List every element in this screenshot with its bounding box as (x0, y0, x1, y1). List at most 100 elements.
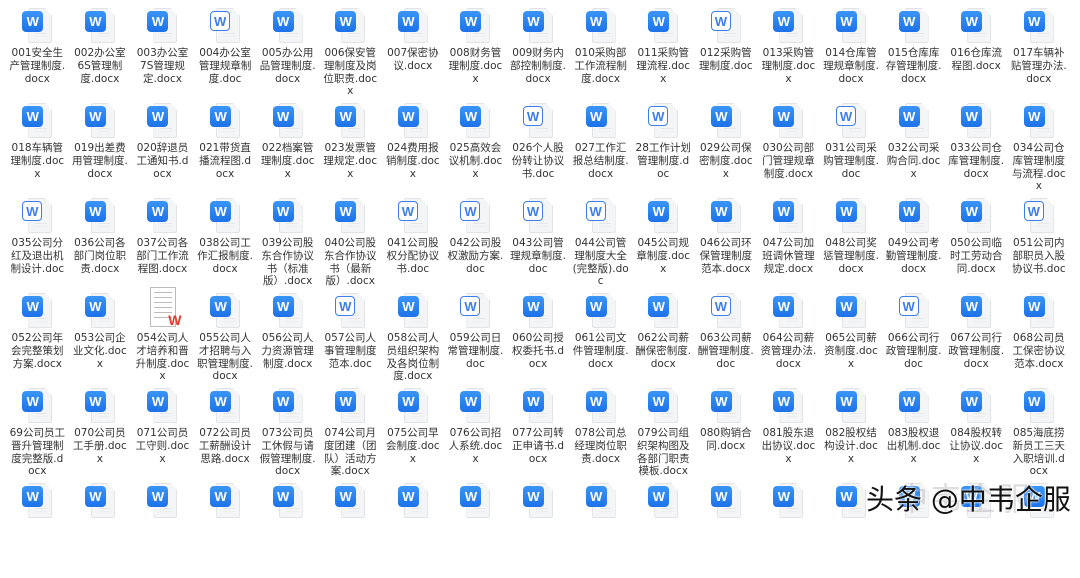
file-item[interactable]: W 006保安管理制度及岗位职责.docx (319, 8, 382, 103)
file-item[interactable]: W 046公司环保管理制度范本.docx (695, 198, 758, 293)
file-item[interactable]: W 017车辆补贴管理办法.docx (1008, 8, 1071, 103)
file-item[interactable]: W 059公司日常管理制度.doc (444, 293, 507, 388)
file-item[interactable]: W 029公司保密制度.docx (695, 103, 758, 198)
file-item[interactable]: W 040公司股东合作协议书（最新版）.docx (319, 198, 382, 293)
file-item[interactable]: W 049公司考勤管理制度.docx (882, 198, 945, 293)
file-item[interactable]: W 071公司员工守则.docx (131, 388, 194, 483)
file-item[interactable]: W (757, 483, 820, 578)
file-item[interactable]: W (695, 483, 758, 578)
file-item[interactable]: W 038公司工作汇报制度.docx (194, 198, 257, 293)
file-item[interactable]: W (382, 483, 445, 578)
file-item[interactable]: W 020辞退员工通知书.docx (131, 103, 194, 198)
file-item[interactable]: W (194, 483, 257, 578)
file-item[interactable]: W 027工作汇报总结制度.docx (569, 103, 632, 198)
file-item[interactable]: W 004办公室管理规章制度.doc (194, 8, 257, 103)
file-item[interactable]: W (319, 483, 382, 578)
file-item[interactable]: W 024费用报销制度.docx (382, 103, 445, 198)
file-item[interactable]: W 062公司薪酬保密制度.docx (632, 293, 695, 388)
file-item[interactable]: W 061公司文件管理制度.docx (569, 293, 632, 388)
file-item[interactable]: W 081股东退出协议.docx (757, 388, 820, 483)
file-item[interactable]: W (256, 483, 319, 578)
file-item[interactable]: W 060公司授权委托书.docx (507, 293, 570, 388)
file-item[interactable]: W 068公司员工保密协议范本.docx (1008, 293, 1071, 388)
file-item[interactable]: W 026个人股份转让协议书.doc (507, 103, 570, 198)
file-item[interactable]: W 057公司人事管理制度范本.doc (319, 293, 382, 388)
file-item[interactable]: W 008财务管理制度.docx (444, 8, 507, 103)
file-item[interactable]: W 064公司薪资管理办法.docx (757, 293, 820, 388)
file-item[interactable]: W 047公司加班调休管理规定.docx (757, 198, 820, 293)
file-item[interactable]: W 085海底捞新员工三天入职培训.docx (1008, 388, 1071, 483)
file-item[interactable]: W 015仓库库存管理制度.docx (882, 8, 945, 103)
file-item[interactable]: W 007保密协议.docx (382, 8, 445, 103)
file-item[interactable]: W 041公司股权分配协议书.doc (382, 198, 445, 293)
file-item[interactable]: W 28工作计划管理制度.doc (632, 103, 695, 198)
file-item[interactable]: W 019出差费用管理制度.docx (69, 103, 132, 198)
file-item[interactable]: W 083股权退出机制.docx (882, 388, 945, 483)
file-item[interactable]: W 079公司组织架构图及各部门职责模板.docx (632, 388, 695, 483)
file-item[interactable]: W 082股权结构设计.docx (820, 388, 883, 483)
file-item[interactable]: W 053公司企业文化.docx (69, 293, 132, 388)
file-item[interactable]: W 044公司管理制度大全(完整版).doc (569, 198, 632, 293)
file-item[interactable]: W 052公司年会完整策划方案.docx (6, 293, 69, 388)
file-item[interactable]: W (507, 483, 570, 578)
file-item[interactable]: W (569, 483, 632, 578)
file-item[interactable]: W (131, 483, 194, 578)
file-item[interactable]: W 039公司股东合作协议书（标准版）.docx (256, 198, 319, 293)
file-item[interactable]: W 031公司采购管理制度.doc (820, 103, 883, 198)
file-item[interactable]: W (69, 483, 132, 578)
file-item[interactable]: W 010采购部工作流程制度.docx (569, 8, 632, 103)
file-item[interactable]: W 009财务内部控制制度.docx (507, 8, 570, 103)
file-item[interactable]: W 050公司临时工劳动合同.docx (945, 198, 1008, 293)
file-item[interactable]: W 074公司月度团建（团队）活动方案.docx (319, 388, 382, 483)
file-item[interactable]: W 013采购管理制度.docx (757, 8, 820, 103)
file-item[interactable]: W 084股权转让协议.docx (945, 388, 1008, 483)
file-item[interactable]: W 005办公用品管理制度.docx (256, 8, 319, 103)
file-item[interactable]: W 025高效会议机制.docx (444, 103, 507, 198)
file-item[interactable]: W 030公司部门管理规章制度.docx (757, 103, 820, 198)
file-item[interactable]: W 063公司薪酬管理制度.doc (695, 293, 758, 388)
file-item[interactable]: W (444, 483, 507, 578)
file-item[interactable]: W 067公司行政管理制度.docx (945, 293, 1008, 388)
file-item[interactable]: W 066公司行政管理制度.doc (882, 293, 945, 388)
file-item[interactable]: W 003办公室7S管理规定.docx (131, 8, 194, 103)
file-item[interactable]: W 045公司规章制度.docx (632, 198, 695, 293)
file-item[interactable]: W 058公司人员组织架构及各岗位制度.docx (382, 293, 445, 388)
word-document-icon: W (210, 388, 241, 423)
file-item[interactable]: W 036公司各部门岗位职责.docx (69, 198, 132, 293)
file-item[interactable]: W 001安全生产管理制度.docx (6, 8, 69, 103)
file-item[interactable]: W 076公司招人系统.docx (444, 388, 507, 483)
file-name: 033公司仓库管理制度.docx (948, 142, 1005, 180)
file-item[interactable]: W 055公司人才招聘与入职管理制度.docx (194, 293, 257, 388)
file-item[interactable]: W 034公司仓库管理制度与流程.docx (1008, 103, 1071, 198)
file-item[interactable]: W 022档案管理制度.docx (256, 103, 319, 198)
file-item[interactable]: W 012采购管理制度.doc (695, 8, 758, 103)
file-item[interactable]: W 073公司员工休假与请假管理制度.docx (256, 388, 319, 483)
file-item[interactable]: W (632, 483, 695, 578)
file-item[interactable]: W 048公司奖惩管理制度.docx (820, 198, 883, 293)
file-item[interactable]: W 078公司总经理岗位职责.docx (569, 388, 632, 483)
file-item[interactable]: W 042公司股权激励方案.doc (444, 198, 507, 293)
file-item[interactable]: W 056公司人力资源管理制度.docx (256, 293, 319, 388)
file-item[interactable]: W 037公司各部门工作流程图.docx (131, 198, 194, 293)
file-item[interactable]: W 033公司仓库管理制度.docx (945, 103, 1008, 198)
file-item[interactable]: W 051公司内部职员入股协议书.doc (1008, 198, 1071, 293)
file-item[interactable]: W 054公司人才培养和晋升制度.docx (131, 287, 194, 388)
file-item[interactable]: W 035公司分红及退出机制设计.doc (6, 198, 69, 293)
file-item[interactable]: W 69公司员工晋升管理制度完整版.docx (6, 388, 69, 483)
file-item[interactable]: W 018车辆管理制度.docx (6, 103, 69, 198)
file-item[interactable]: W 032公司采购合同.docx (882, 103, 945, 198)
file-item[interactable]: W 016仓库流程图.docx (945, 8, 1008, 103)
file-item[interactable]: W 070公司员工手册.docx (69, 388, 132, 483)
file-item[interactable]: W (6, 483, 69, 578)
file-item[interactable]: W 080购销合同.docx (695, 388, 758, 483)
file-item[interactable]: W 014仓库管理规章制度.docx (820, 8, 883, 103)
file-item[interactable]: W 075公司早会制度.docx (382, 388, 445, 483)
file-item[interactable]: W 072公司员工薪酬设计思路.docx (194, 388, 257, 483)
file-item[interactable]: W 002办公室6S管理制度.docx (69, 8, 132, 103)
file-item[interactable]: W 021带货直播流程图.docx (194, 103, 257, 198)
file-item[interactable]: W 077公司转正申请书.docx (507, 388, 570, 483)
file-item[interactable]: W 043公司管理规章制度.doc (507, 198, 570, 293)
file-item[interactable]: W 011采购管理流程.docx (632, 8, 695, 103)
file-item[interactable]: W 023发票管理规定.docx (319, 103, 382, 198)
file-item[interactable]: W 065公司薪资制度.docx (820, 293, 883, 388)
